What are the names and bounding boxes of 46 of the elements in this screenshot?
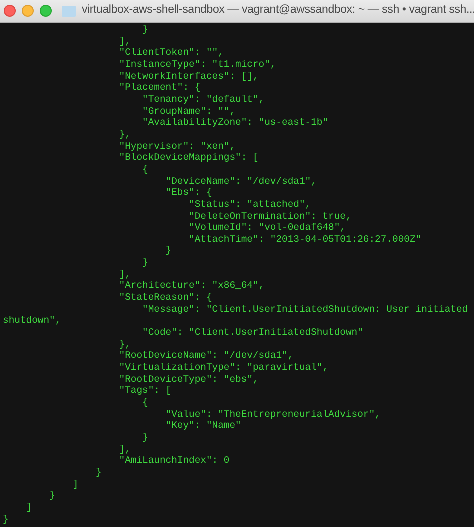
terminal-line: ], [118, 268, 131, 280]
terminal-line: }, [118, 338, 131, 350]
terminal-line: } [3, 514, 9, 526]
terminal-line: ] [72, 478, 79, 490]
terminal-line: ] [25, 502, 32, 514]
terminal-line: } [142, 257, 148, 269]
terminal-line: "DeleteOnTermination": true, [188, 210, 352, 222]
terminal-line: } [164, 245, 172, 258]
terminal-line: } [48, 490, 56, 502]
terminal-line: "Key": "Name" [164, 420, 242, 432]
terminal-line: "AvailabilityZone": "us-east-1b" [142, 117, 329, 129]
terminal-line: } [142, 432, 148, 444]
terminal-line: "VirtualizationType": "paravirtual", [118, 362, 329, 374]
terminal-line: "InstanceType": "t1.micro", [118, 58, 276, 71]
terminal-line: "Placement": { [118, 82, 201, 94]
terminal-line: shutdown", [3, 315, 62, 328]
maximize-button[interactable] [40, 5, 52, 17]
minimize-button[interactable] [22, 5, 34, 17]
terminal-line: "StateReason": { [118, 292, 212, 304]
terminal-line: "VolumeId": "vol-0edaf648", [188, 222, 346, 234]
terminal-line: } [95, 466, 102, 479]
close-button[interactable] [4, 5, 16, 17]
terminal-line: "Tags": [ [118, 385, 172, 397]
terminal-line: "NetworkInterfaces": [], [118, 70, 259, 82]
terminal-line: { [142, 164, 148, 176]
terminal-line: "BlockDeviceMappings": [ [118, 152, 259, 164]
terminal-line: { [142, 397, 148, 409]
terminal-line: "Value": "TheEntrepreneurialAdvisor", [164, 408, 381, 420]
terminal-line: "Ebs": { [164, 187, 212, 199]
terminal-line: "Code": "Client.UserInitiatedShutdown" [142, 327, 364, 339]
terminal-line: }, [118, 128, 131, 141]
terminal-line: "DeviceName": "/dev/sda1", [164, 176, 317, 188]
terminal-line: ], [118, 36, 131, 48]
terminal-line: "RootDeviceName": "/dev/sda1", [118, 350, 294, 362]
terminal-line: "Status": "attached", [188, 198, 312, 210]
terminal-line: "AttachTime": "2013-04-05T01:26:27.000Z" [188, 234, 422, 246]
terminal-line: } [142, 24, 148, 36]
terminal-line: "ClientToken": "", [118, 47, 224, 59]
terminal-line: "Tenancy": "default", [142, 94, 265, 106]
terminal-line: "Hypervisor": "xen", [118, 140, 236, 152]
terminal-line: "RootDeviceType": "ebs", [118, 374, 259, 386]
terminal-line: ], [118, 444, 131, 456]
terminal-line: "Message": "Client.UserInitiatedShutdown: User initiated [142, 304, 468, 316]
terminal-line: "GroupName": "", [142, 106, 236, 118]
terminal-line: "AmiLaunchIndex": 0 [118, 455, 230, 467]
terminal-line: "Architecture": "x86_64", [118, 280, 265, 292]
